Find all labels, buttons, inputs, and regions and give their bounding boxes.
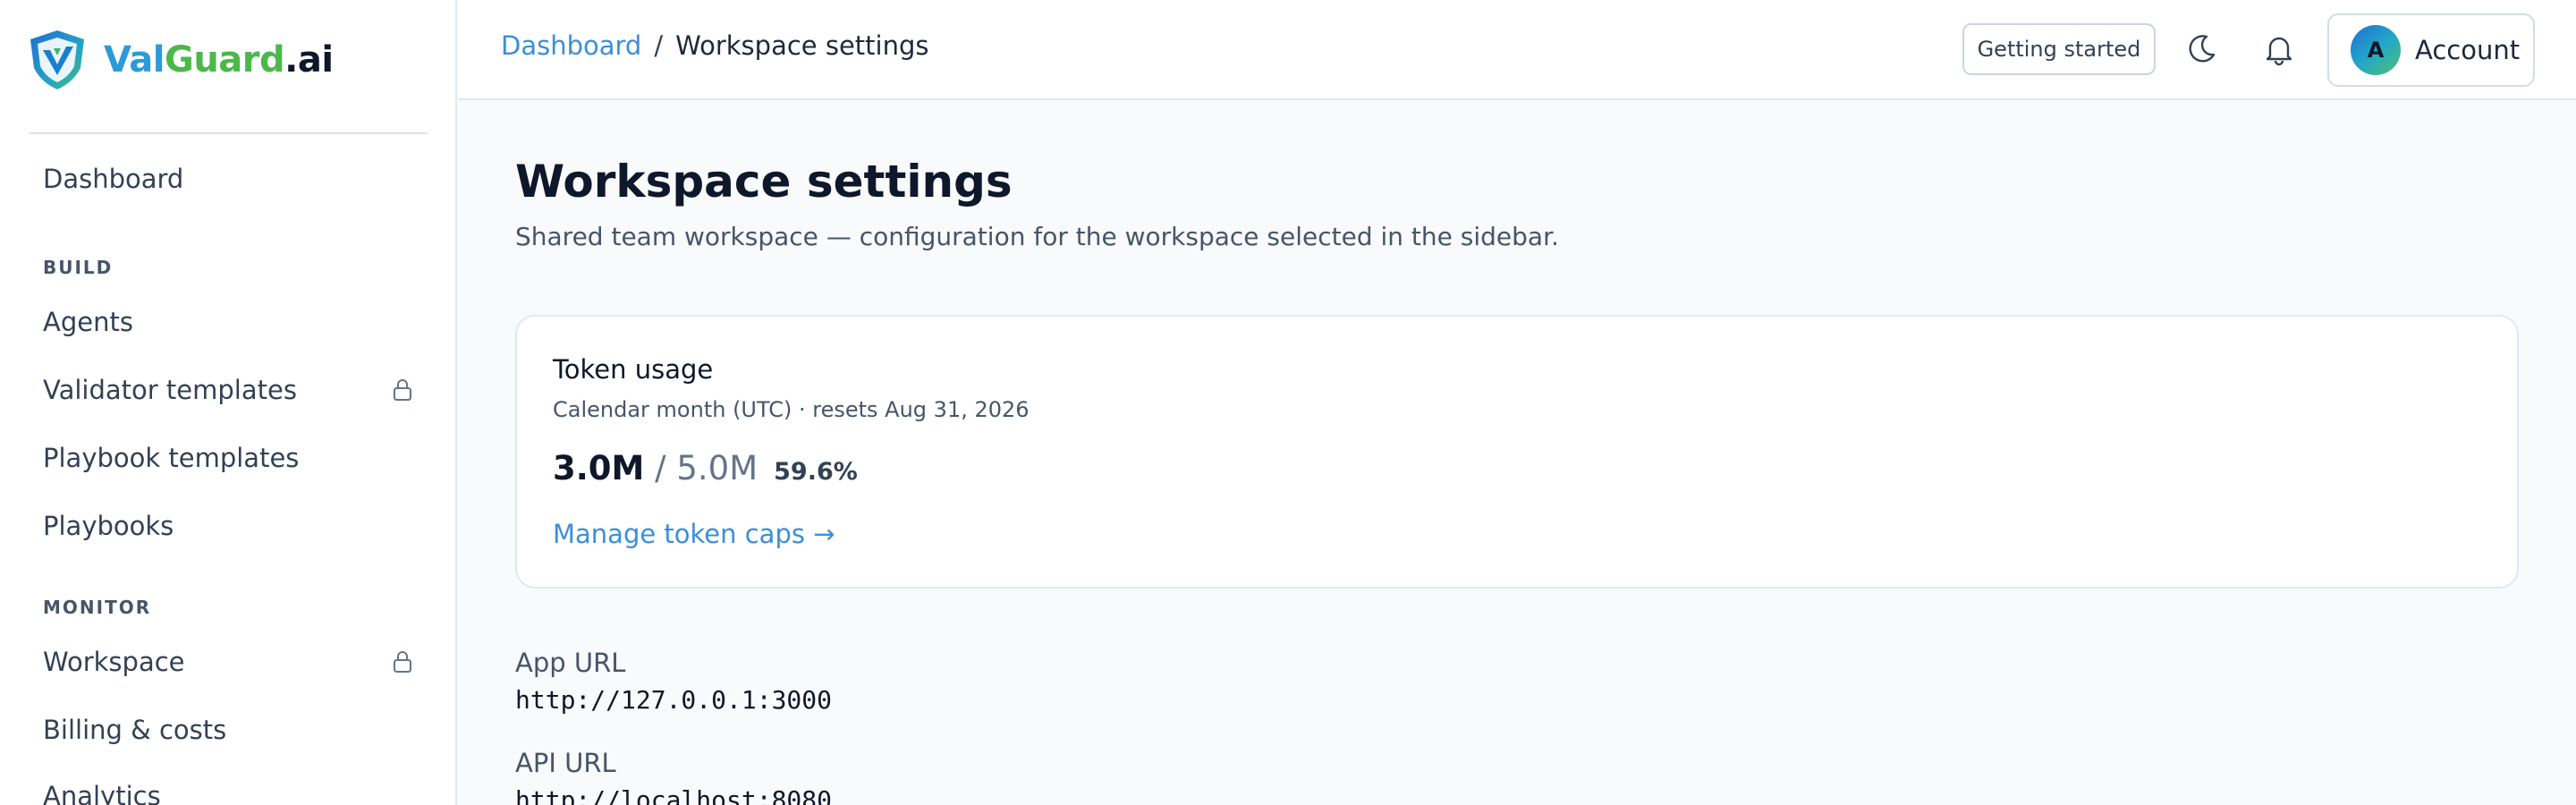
page-subtitle: Shared team workspace — configuration fo…: [515, 222, 1559, 251]
account-label: Account: [2415, 35, 2521, 65]
sidebar-item-dashboard[interactable]: Dashboard: [43, 152, 419, 206]
getting-started-button[interactable]: Getting started: [1962, 23, 2156, 75]
sidebar-item-analytics[interactable]: Analytics: [43, 769, 419, 805]
sidebar-item-label: Billing & costs: [43, 715, 227, 745]
breadcrumb-dashboard-link[interactable]: Dashboard: [501, 30, 641, 61]
valguard-shield-icon: [30, 30, 84, 89]
token-used: 3.0M: [553, 449, 645, 487]
brand-name-part2: Guard: [164, 39, 285, 80]
top-bar: Dashboard / Workspace settings Getting s…: [458, 0, 2576, 100]
sidebar-item-label: Playbooks: [43, 511, 174, 541]
brand-name-part3: .ai: [284, 39, 334, 80]
moon-icon: [2189, 35, 2216, 63]
sidebar-divider: [29, 132, 428, 134]
lock-icon: [394, 651, 411, 673]
sidebar-item-label: Workspace: [43, 647, 185, 677]
sidebar-item-label: Analytics: [43, 781, 161, 805]
token-percent: 59.6%: [774, 458, 858, 486]
breadcrumb-separator: /: [654, 30, 664, 61]
sidebar-item-playbooks[interactable]: Playbooks: [43, 499, 419, 553]
token-usage-value: 3.0M / 5.0M 59.6%: [553, 449, 858, 487]
token-usage-title: Token usage: [553, 354, 714, 385]
api-url-value: http://localhost:8080: [515, 785, 833, 805]
token-total: 5.0M: [676, 449, 758, 487]
sidebar-item-label: Playbook templates: [43, 443, 300, 473]
sidebar-item-workspace[interactable]: Workspace: [43, 635, 419, 689]
app-url-label: App URL: [515, 648, 626, 678]
sidebar-item-playbook-templates[interactable]: Playbook templates: [43, 431, 419, 485]
manage-token-caps-link[interactable]: Manage token caps →: [553, 519, 835, 549]
sidebar-item-label: Validator templates: [43, 375, 297, 405]
sidebar-item-validator-templates[interactable]: Validator templates: [43, 363, 419, 417]
app-url-value: http://127.0.0.1:3000: [515, 685, 833, 715]
sidebar-item-label: Dashboard: [43, 164, 184, 194]
lock-icon: [394, 379, 411, 401]
theme-toggle-button[interactable]: [2179, 27, 2224, 72]
bell-icon: [2266, 37, 2292, 66]
brand-name-part1: Val: [104, 39, 165, 80]
breadcrumb-current: Workspace settings: [675, 30, 929, 61]
sidebar-item-label: Agents: [43, 307, 133, 337]
sidebar-item-billing[interactable]: Billing & costs: [43, 703, 419, 757]
sidebar-section-build: BUILD: [43, 257, 114, 278]
token-separator: /: [644, 449, 677, 487]
account-button[interactable]: A Account: [2327, 13, 2535, 87]
sidebar-section-monitor: MONITOR: [43, 597, 152, 618]
notifications-button[interactable]: [2257, 27, 2301, 72]
sidebar: ValGuard.ai Dashboard BUILD Agents Valid…: [0, 0, 457, 805]
breadcrumb: Dashboard / Workspace settings: [501, 30, 929, 61]
token-usage-card: Token usage Calendar month (UTC) · reset…: [515, 315, 2519, 589]
token-usage-period: Calendar month (UTC) · resets Aug 31, 20…: [553, 397, 1030, 422]
page-title: Workspace settings: [515, 156, 1013, 208]
api-url-label: API URL: [515, 748, 616, 778]
avatar: A: [2351, 25, 2401, 75]
brand-logo[interactable]: ValGuard.ai: [27, 29, 334, 91]
sidebar-item-agents[interactable]: Agents: [43, 295, 419, 349]
brand-name: ValGuard.ai: [104, 39, 334, 80]
